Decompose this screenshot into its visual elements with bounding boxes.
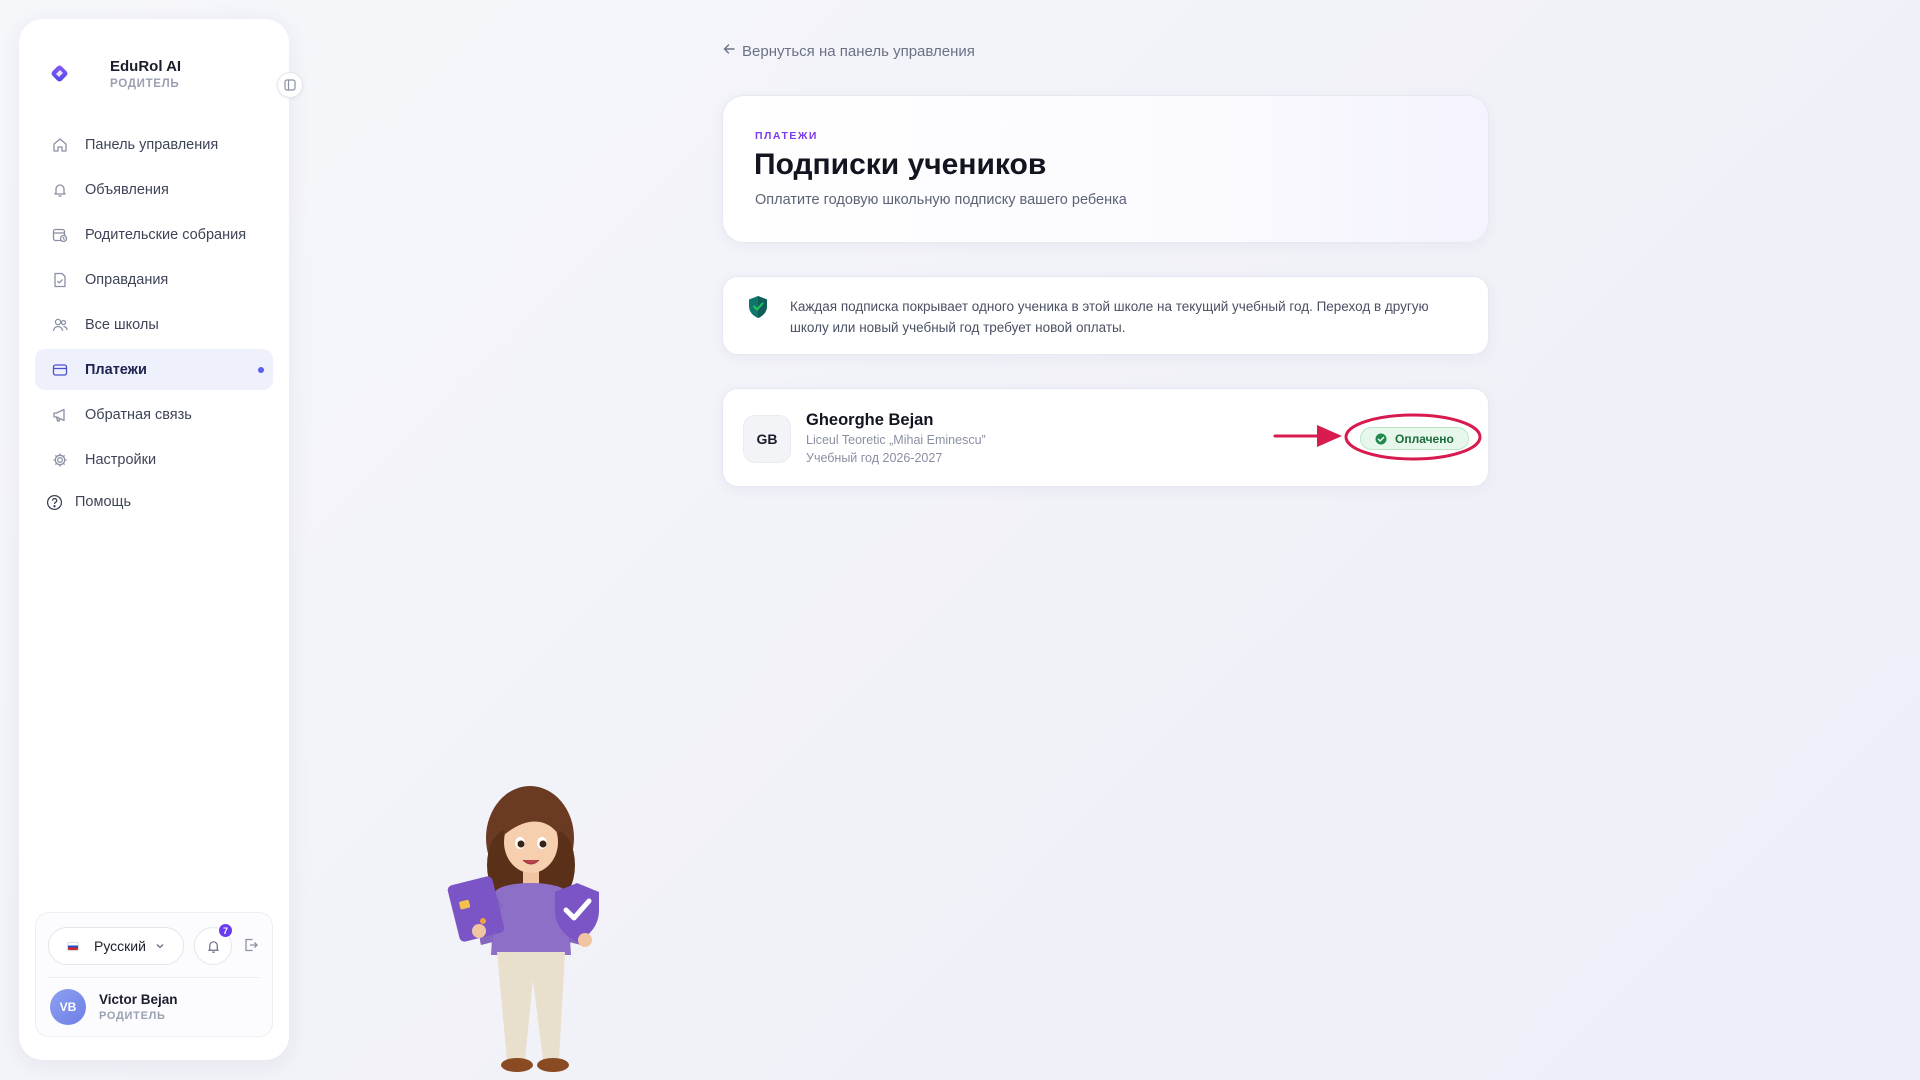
language-label: Русский — [94, 938, 146, 954]
home-icon — [51, 136, 69, 154]
sidebar-footer: Русский 7 VB Victor Bejan РОДИТЕЛЬ — [35, 912, 273, 1037]
language-select[interactable]: Русский — [48, 927, 184, 965]
bell-icon — [207, 940, 219, 953]
sidebar-item-payments[interactable]: Платежи — [35, 349, 273, 390]
brand-logo-icon — [45, 59, 75, 89]
gear-icon — [51, 451, 69, 469]
sidebar-item-label: Помощь — [75, 494, 132, 510]
user-profile[interactable]: VB Victor Bejan РОДИТЕЛЬ — [50, 989, 178, 1025]
flag-icon — [67, 941, 79, 951]
app-name: EduRol AI — [110, 58, 182, 75]
brand[interactable]: EduRol AI РОДИТЕЛЬ — [45, 58, 181, 90]
sidebar-nav: Панель управления Объявления Родительски… — [35, 124, 273, 524]
page-title: Подписки учеников — [754, 148, 1047, 181]
sidebar-item-label: Платежи — [85, 361, 147, 378]
sidebar-item-label: Настройки — [85, 451, 157, 468]
sidebar-item-label: Объявления — [85, 181, 169, 198]
chevron-down-icon — [155, 938, 165, 954]
sidebar-item-excuses[interactable]: Оправдания — [35, 259, 273, 300]
back-link-label: Вернуться на панель управления — [742, 42, 975, 60]
sidebar-item-help[interactable]: Помощь — [35, 484, 273, 520]
sidebar-item-label: Все школы — [85, 316, 159, 333]
document-check-icon — [51, 271, 69, 289]
user-role: РОДИТЕЛЬ — [99, 1010, 166, 1022]
sidebar-item-dashboard[interactable]: Панель управления — [35, 124, 273, 165]
page-header-card: ПЛАТЕЖИ Подписки учеников Оплатите годов… — [722, 95, 1489, 243]
sidebar-item-feedback[interactable]: Обратная связь — [35, 394, 273, 435]
info-notice: Каждая подписка покрывает одного ученика… — [722, 276, 1489, 355]
info-text: Каждая подписка покрывает одного ученика… — [790, 299, 1429, 335]
sidebar-item-all-schools[interactable]: Все школы — [35, 304, 273, 345]
sidebar-item-label: Родительские собрания — [85, 226, 247, 243]
avatar: VB — [50, 989, 86, 1025]
logout-button[interactable] — [243, 937, 261, 955]
credit-card-icon — [51, 361, 69, 379]
sidebar: EduRol AI РОДИТЕЛЬ Панель управления Объ… — [19, 19, 303, 1060]
sidebar-item-parent-meetings[interactable]: Родительские собрания — [35, 214, 273, 255]
calendar-clock-icon — [51, 226, 69, 244]
help-circle-icon — [45, 493, 63, 511]
sidebar-item-announcements[interactable]: Объявления — [35, 169, 273, 210]
sidebar-item-label: Обратная связь — [85, 406, 192, 423]
student-name: Gheorghe Bejan — [806, 411, 934, 429]
page-subtitle: Оплатите годовую школьную подписку вашег… — [755, 192, 1127, 208]
collapse-sidebar-button[interactable] — [277, 72, 303, 98]
sidebar-item-label: Оправдания — [85, 271, 169, 288]
section-eyebrow: ПЛАТЕЖИ — [755, 130, 818, 142]
app-role: РОДИТЕЛЬ — [110, 78, 180, 90]
logout-icon — [245, 938, 258, 952]
mascot-illustration — [447, 786, 599, 1072]
sidebar-toggle-icon — [284, 79, 296, 91]
users-icon — [51, 316, 69, 334]
bell-icon — [51, 181, 69, 199]
sidebar-item-label: Панель управления — [85, 136, 219, 153]
highlight-annotation — [1273, 413, 1482, 461]
user-name: Victor Bejan — [99, 992, 178, 1007]
arrow-left-icon — [722, 42, 736, 60]
megaphone-icon — [51, 406, 69, 424]
student-school: Liceul Teoretic „Mihai Eminescu” — [806, 433, 986, 447]
student-avatar: GB — [743, 415, 791, 463]
back-to-dashboard-link[interactable]: Вернуться на панель управления — [722, 42, 975, 60]
sidebar-item-settings[interactable]: Настройки — [35, 439, 273, 480]
divider — [48, 977, 260, 978]
shield-check-icon — [747, 295, 769, 324]
active-indicator-dot — [258, 367, 264, 373]
notifications-button[interactable]: 7 — [194, 923, 233, 965]
student-school-year: Учебный год 2026-2027 — [806, 451, 943, 465]
notification-count-badge: 7 — [218, 923, 233, 938]
